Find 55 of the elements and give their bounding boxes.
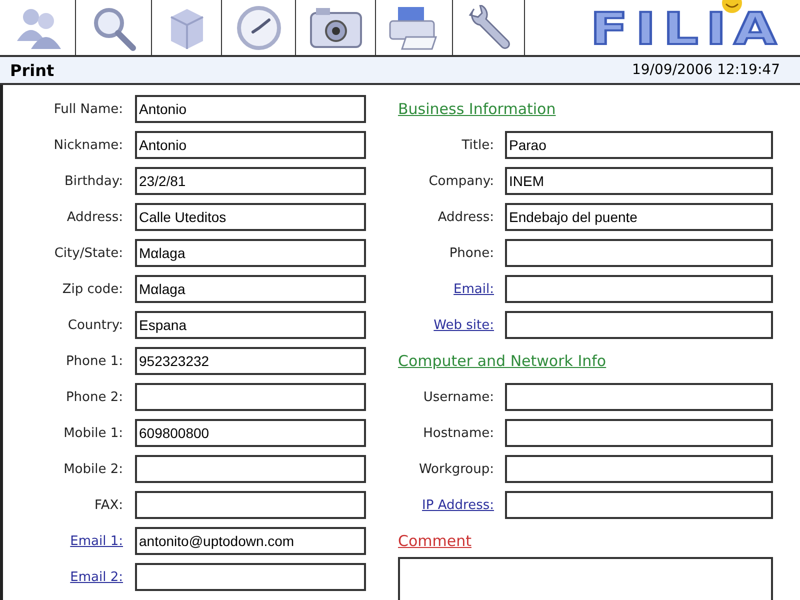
input-field[interactable]: antonito@uptodown.com xyxy=(135,527,366,555)
section-heading: Business Information xyxy=(398,100,556,118)
input-field[interactable]: Mαlaga xyxy=(135,275,366,303)
input-field[interactable] xyxy=(135,383,366,411)
field-label: Hostname: xyxy=(422,426,494,440)
field-label: Address: xyxy=(66,210,123,224)
field-label: Mobile 1: xyxy=(62,426,123,440)
field-label-link[interactable]: Web site: xyxy=(398,318,494,332)
field-label-link[interactable]: Email 2: xyxy=(3,570,123,584)
input-field[interactable] xyxy=(505,275,773,303)
field-label: Full Name: xyxy=(52,102,123,116)
input-field[interactable] xyxy=(505,311,773,339)
field-label: Phone: xyxy=(448,246,494,260)
input-field[interactable] xyxy=(505,455,773,483)
input-field[interactable]: 609800800 xyxy=(135,419,366,447)
field-label: City/State: xyxy=(53,246,123,260)
field-label: FAX: xyxy=(94,498,123,512)
input-field[interactable]: Espana xyxy=(135,311,366,339)
field-label: Phone 2: xyxy=(64,390,123,404)
field-label-link[interactable]: Email: xyxy=(398,282,494,296)
date-time: 19/09/2006 12:19:47 xyxy=(632,62,780,78)
input-field[interactable]: Antonio xyxy=(135,131,366,159)
input-field[interactable] xyxy=(135,563,366,591)
field-label: Address: xyxy=(436,210,494,224)
field-label: Title: xyxy=(460,138,494,152)
input-field[interactable] xyxy=(505,383,773,411)
field-label: Birthday: xyxy=(63,174,123,188)
field-label: Company: xyxy=(428,174,494,188)
section-heading: Comment xyxy=(398,532,472,550)
section-heading: Computer and Network Info xyxy=(398,352,606,370)
page-title: Print xyxy=(10,60,54,80)
field-label: Username: xyxy=(422,390,494,404)
field-label: Mobile 2: xyxy=(62,462,123,476)
input-field[interactable]: Calle Uteditos xyxy=(135,203,366,231)
input-field[interactable]: 952323232 xyxy=(135,347,366,375)
input-field[interactable] xyxy=(135,455,366,483)
input-field[interactable] xyxy=(505,419,773,447)
input-field[interactable] xyxy=(135,491,366,519)
field-label: Workgroup: xyxy=(418,462,494,476)
field-label: Nickname: xyxy=(52,138,123,152)
input-field[interactable] xyxy=(505,491,773,519)
input-field[interactable] xyxy=(505,239,773,267)
input-field[interactable]: 23/2/81 xyxy=(135,167,366,195)
field-label: Country: xyxy=(66,318,123,332)
clock-icon xyxy=(236,4,282,50)
logo: FILIA xyxy=(590,8,784,52)
input-field[interactable]: Endebajo del puente xyxy=(505,203,773,231)
input-field[interactable]: INEM xyxy=(505,167,773,195)
field-label-link[interactable]: Email 1: xyxy=(3,534,123,548)
field-label: Phone 1: xyxy=(64,354,123,368)
input-field[interactable]: Antonio xyxy=(135,95,366,123)
field-label: Zip code: xyxy=(61,282,123,296)
input-field[interactable]: Mαlaga xyxy=(135,239,366,267)
field-label-link[interactable]: IP Address: xyxy=(398,498,494,512)
input-field[interactable]: Parao xyxy=(505,131,773,159)
